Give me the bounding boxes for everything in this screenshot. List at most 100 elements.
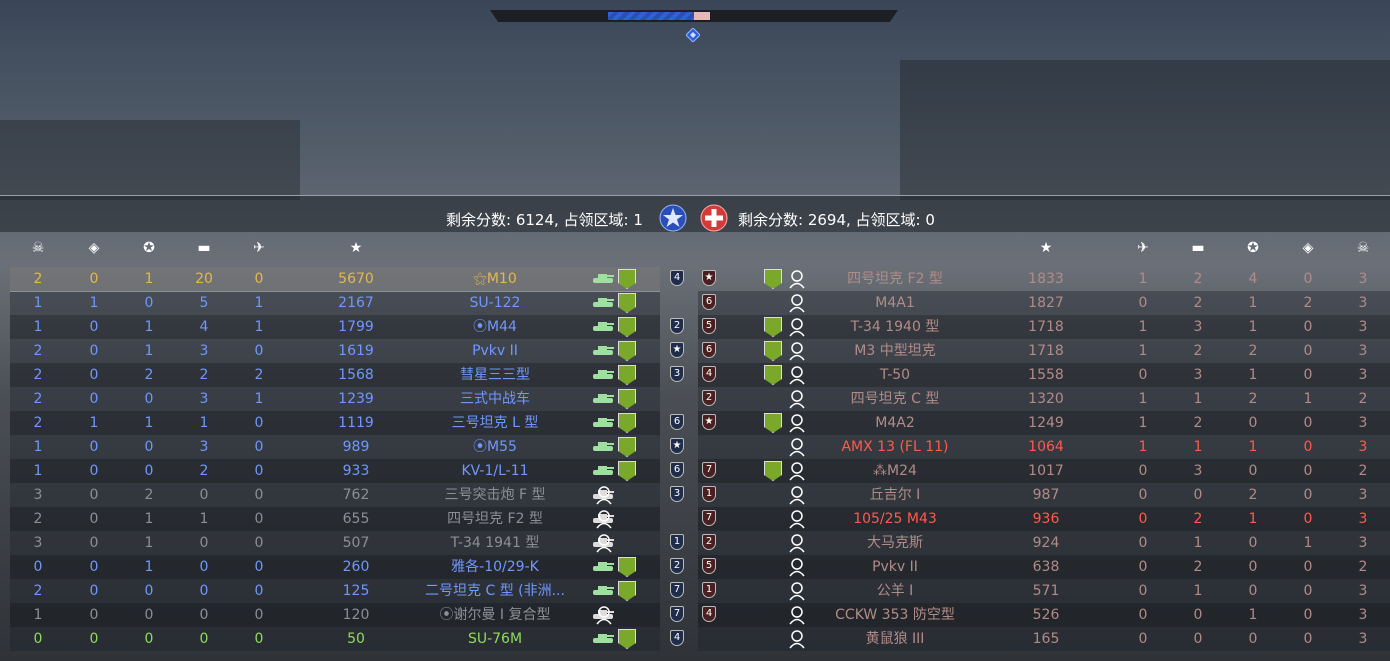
- squad-shield-icon: 5: [702, 558, 716, 574]
- deaths-value: 3: [1358, 511, 1368, 527]
- assists-value: 1: [1248, 439, 1258, 455]
- vehicle-name: Pvkv II: [472, 343, 518, 359]
- vehicle-name: 大马克斯: [867, 535, 923, 551]
- air-kills-value: 0: [1138, 463, 1148, 479]
- table-row[interactable]: 0 0 0 0 0 50 SU-76M 4 黄鼠狼 III 165 0 0 0 0 3: [0, 627, 1390, 651]
- capture-icon: ◈: [1302, 240, 1314, 256]
- table-row[interactable]: 2 0 0 0 0 125 二号坦克 C 型 (非洲... 7 1 公羊 I 571 0 1 0 0 3: [0, 579, 1390, 603]
- assists-value: 1: [1248, 367, 1258, 383]
- ground-kills-value: 2: [1193, 559, 1203, 575]
- assists-value: 2: [1248, 343, 1258, 359]
- air-kills-value: 0: [254, 559, 264, 575]
- ground-kills-value: 2: [1193, 415, 1203, 431]
- squad-shield-icon: 4: [702, 606, 716, 622]
- assists-value: 2: [1248, 391, 1258, 407]
- squad-shield-icon: ★: [702, 270, 716, 286]
- air-kills-value: 0: [254, 487, 264, 503]
- air-kills-value: 0: [254, 583, 264, 599]
- captures-value: 0: [1303, 415, 1313, 431]
- captures-value: 0: [89, 367, 99, 383]
- ground-kills-value: 5: [199, 295, 209, 311]
- assists-value: 1: [1248, 607, 1258, 623]
- air-kills-value: 0: [1138, 367, 1148, 383]
- cross-emblem-icon: [700, 204, 728, 232]
- assists-value: 0: [144, 583, 154, 599]
- table-row[interactable]: 2 1 1 1 0 1119 三号坦克 L 型 6 ★ M4A2 1249 1 2 0 0 3: [0, 411, 1390, 435]
- squad-shield-icon: ★: [670, 342, 684, 358]
- table-row[interactable]: 1 0 0 0 0 120 ⦿谢尔曼 I 复合型 7 4 CCKW 353 防空型 526 0 0 1 0 3: [0, 603, 1390, 627]
- deaths-value: 1: [33, 607, 43, 623]
- deaths-value: 3: [33, 487, 43, 503]
- table-row[interactable]: 2 0 1 20 0 5670 ⚝M10 4 ★ 四号坦克 F2 型 1833 1 2 4 0 3: [0, 267, 1390, 292]
- score-value: 638: [1032, 559, 1060, 575]
- score-value: 1718: [1028, 319, 1064, 335]
- ground-kills-value: 4: [199, 319, 209, 335]
- table-row[interactable]: 1 0 0 2 0 933 KV-1/L-11 6 7 ⁂M24 1017 0 3 0 0 2: [0, 459, 1390, 483]
- vehicle-name: ⚝M10: [473, 271, 517, 287]
- score-value: 1833: [1028, 271, 1064, 287]
- captures-value: 0: [89, 583, 99, 599]
- squad-shield-icon: 1: [702, 486, 716, 502]
- score-value: 989: [342, 439, 370, 455]
- vehicle-name: M4A1: [875, 295, 915, 311]
- table-row[interactable]: 0 0 1 0 0 260 雅各-10/29-K 2 5 Pvkv II 638 0 2 0 0 2: [0, 555, 1390, 579]
- score-value: 1249: [1028, 415, 1064, 431]
- captures-value: 0: [89, 319, 99, 335]
- table-row[interactable]: 3 0 1 0 0 507 T-34 1941 型 1 2 大马克斯 924 0 1 0 1 3: [0, 531, 1390, 555]
- assists-value: 1: [1248, 511, 1258, 527]
- table-row[interactable]: 1 1 0 5 1 2167 SU-122 6 M4A1 1827 0 2 1 2 3: [0, 291, 1390, 315]
- ground-kills-value: 1: [1193, 583, 1203, 599]
- air-kills-value: 0: [1138, 487, 1148, 503]
- ground-kills-value: 0: [199, 559, 209, 575]
- vehicle-name: 三号坦克 L 型: [451, 415, 539, 431]
- tank-icon: [593, 298, 614, 307]
- deaths-value: 3: [1358, 487, 1368, 503]
- captures-value: 0: [89, 607, 99, 623]
- squad-shield-icon: 2: [670, 318, 684, 334]
- air-kills-value: 0: [254, 343, 264, 359]
- table-row[interactable]: 2 0 1 1 0 655 四号坦克 F2 型 7 105/25 M43 936 0 2 1 0 3: [0, 507, 1390, 531]
- score-value: 571: [1032, 583, 1060, 599]
- assist-icon: ✪: [143, 240, 155, 256]
- table-row[interactable]: 2 0 0 3 1 1239 三式中战车 2 四号坦克 C 型 1320 1 1 2 1 2: [0, 387, 1390, 411]
- score-value: 762: [342, 487, 370, 503]
- table-row[interactable]: 2 0 2 2 2 1568 彗星三三型 3 4 T-50 1558 0 3 1 0 3: [0, 363, 1390, 387]
- score-star-icon: ★: [1039, 240, 1053, 256]
- background-building: [0, 120, 300, 200]
- table-row[interactable]: 1 0 0 3 0 989 ⦿M55 ★ AMX 13 (FL 11) 1064 1 1 1 0 3: [0, 435, 1390, 459]
- ground-kills-value: 3: [1193, 319, 1203, 335]
- table-row[interactable]: 3 0 2 0 0 762 三号突击炮 F 型 3 1 丘吉尔 I 987 0 0 2 0 3: [0, 483, 1390, 507]
- air-kills-value: 1: [1138, 439, 1148, 455]
- assists-value: 0: [1248, 559, 1258, 575]
- air-kills-value: 0: [254, 607, 264, 623]
- skull-icon: ☠: [31, 240, 45, 256]
- deaths-value: 3: [1358, 583, 1368, 599]
- score-value: 933: [342, 463, 370, 479]
- air-kills-value: 0: [1138, 535, 1148, 551]
- score-value: 1239: [338, 391, 374, 407]
- captures-value: 0: [1303, 271, 1313, 287]
- crew-icon: [596, 606, 612, 625]
- vehicle-name: 105/25 M43: [853, 511, 937, 527]
- table-row[interactable]: 1 0 1 4 1 1799 ⦿M44 2 5 T-34 1940 型 1718 1 3 1 0 3: [0, 315, 1390, 339]
- score-value: 260: [342, 559, 370, 575]
- deaths-value: 1: [33, 439, 43, 455]
- vehicle-name: ⦿M44: [473, 319, 517, 335]
- ground-kills-value: 0: [1193, 487, 1203, 503]
- table-row[interactable]: 2 0 1 3 0 1619 Pvkv II ★ 6 M3 中型坦克 1718 1 2 2 0 3: [0, 339, 1390, 363]
- blue-score-text: 剩余分数: 6124, 占领区域: 1: [446, 211, 643, 229]
- deaths-value: 3: [1358, 439, 1368, 455]
- squad-shield-icon: 5: [702, 318, 716, 334]
- assists-value: 0: [144, 439, 154, 455]
- squad-shield-icon: 4: [670, 270, 684, 286]
- squad-shield-icon: 7: [670, 582, 684, 598]
- score-value: 2167: [338, 295, 374, 311]
- air-kills-value: 0: [1138, 583, 1148, 599]
- deaths-value: 2: [1358, 559, 1368, 575]
- ground-kills-value: 2: [1193, 511, 1203, 527]
- vehicle-name: M4A2: [875, 415, 915, 431]
- captures-value: 0: [89, 343, 99, 359]
- ground-kills-value: 0: [199, 583, 209, 599]
- vehicle-name: AMX 13 (FL 11): [841, 439, 949, 455]
- deaths-value: 3: [1358, 535, 1368, 551]
